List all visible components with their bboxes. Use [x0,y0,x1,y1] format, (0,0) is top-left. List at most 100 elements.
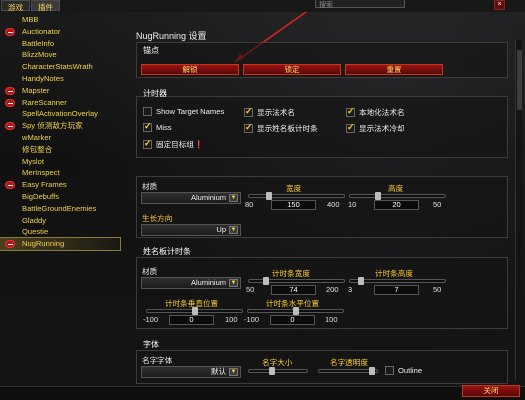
disable-toggle-icon[interactable] [5,98,15,107]
sidebar-item-label: RareScanner [22,97,67,107]
width-slider-thumb[interactable] [266,192,272,200]
unlock-button[interactable]: 解锁 [141,64,239,75]
option-outline[interactable]: Outline [385,366,422,375]
np-width-slider-thumb[interactable] [263,277,269,285]
sidebar-item-label: BlizzMove [22,50,57,60]
option-show-target-names[interactable]: Show Target Names [143,107,224,116]
disable-toggle-icon[interactable] [5,86,15,95]
sidebar-item-label: Myslot [22,156,44,166]
option-label: Outline [398,366,423,375]
sidebar-item[interactable]: wMarker [0,132,120,144]
sidebar-item[interactable]: BlizzMove [0,49,120,61]
sidebar-item[interactable]: Mapster [0,85,120,97]
sidebar-item[interactable]: Easy Frames [0,179,120,191]
tab-addons[interactable]: 插件 [31,0,60,12]
height-slider[interactable] [349,192,446,200]
sidebar-item[interactable]: CharacterStatsWrath [0,61,120,73]
chevron-down-icon[interactable]: ▼ [229,279,238,287]
width-value[interactable]: 150 [271,200,316,210]
chevron-down-icon[interactable]: ▼ [229,368,238,376]
np-height-slider-thumb[interactable] [358,277,364,285]
name-alpha-slider[interactable] [318,367,378,375]
width-min: 80 [245,200,254,209]
sidebar-item[interactable]: NugRunning [0,237,121,251]
np-voffset-slider-thumb[interactable] [192,307,198,315]
sidebar-item-label: CharacterStatsWrath [22,62,93,72]
np-height-value[interactable]: 7 [374,285,419,295]
np-height-slider[interactable] [349,277,446,285]
sidebar-item-label: 修包整合 [22,144,53,154]
sidebar-item[interactable]: MBB [0,14,120,26]
disable-toggle-icon[interactable] [5,240,15,249]
np-hoffset-slider[interactable] [247,307,344,315]
growth-dropdown[interactable]: Up ▼ [141,224,241,236]
height-label: 高度 [388,184,404,193]
lock-button[interactable]: 锁定 [243,64,341,75]
chevron-down-icon[interactable]: ▼ [229,194,238,202]
np-hoffset-slider-thumb[interactable] [293,307,299,315]
np-width-slider[interactable] [248,277,345,285]
name-font-dropdown[interactable]: 默认 ▼ [141,366,241,378]
name-size-slider-thumb[interactable] [269,367,275,375]
height-value[interactable]: 20 [374,200,419,210]
name-size-slider[interactable] [248,367,308,375]
height-slider-thumb[interactable] [375,192,381,200]
sidebar-item[interactable]: BigDebuffs [0,191,120,203]
search-input[interactable]: 搜索 [315,0,405,9]
checkbox[interactable] [143,121,152,132]
option-localize-spell-name[interactable]: 本地化法术名 [346,106,405,118]
page-title: NugRunning 设置 [136,31,207,41]
tab-game[interactable]: 游戏 [1,0,30,12]
option-fixed-target-group[interactable]: 固定目标组❗ [143,138,203,150]
top-tab-bar: 游戏 插件 搜索 × [0,0,525,12]
chevron-down-icon[interactable]: ▼ [229,226,238,234]
disable-toggle-icon[interactable] [5,27,15,36]
sidebar-item[interactable]: SpellActivationOverlay [0,108,120,120]
sidebar-item[interactable]: Myslot [0,156,120,168]
checkbox[interactable] [244,106,253,117]
checkbox[interactable] [244,122,253,133]
option-show-spell-name[interactable]: 显示法术名 [244,106,295,118]
texture-dropdown[interactable]: Aluminium ▼ [141,192,241,204]
np-voffset-value[interactable]: 0 [169,315,214,325]
sidebar-item[interactable]: BattleInfo [0,38,120,50]
option-label: 显示法术名 [257,108,295,117]
np-voffset-min: -100 [143,315,159,324]
name-alpha-slider-thumb[interactable] [369,367,375,375]
disable-toggle-icon[interactable] [5,181,15,190]
sidebar-item[interactable]: Gladdy [0,215,120,227]
close-icon[interactable]: × [494,0,505,10]
checkbox[interactable] [143,107,152,116]
texture-value: Aluminium [190,193,226,202]
option-show-spell-cooldown[interactable]: 显示法术冷却 [346,122,405,134]
sidebar-item[interactable]: MerInspect [0,167,120,179]
sidebar-item[interactable]: HandyNotes [0,73,120,85]
checkbox[interactable] [346,106,355,117]
sidebar-item[interactable]: Questie [0,226,120,238]
np-texture-label: 材质 [142,267,158,276]
timers-section-title: 计时器 [143,89,167,98]
sidebar-item[interactable]: RareScanner [0,97,120,109]
width-slider[interactable] [248,192,345,200]
checkbox[interactable] [346,122,355,133]
option-show-nameplate-timers[interactable]: 显示姓名板计时条 [244,122,318,134]
np-voffset-slider[interactable] [146,307,243,315]
addon-list: MBB Auctionator BattleInfo BlizzMove Charact… [0,14,121,384]
reset-button[interactable]: 重置 [345,64,443,75]
sidebar-item-label: MerInspect [22,168,60,178]
checkbox[interactable] [143,138,152,149]
scrollbar[interactable] [515,40,522,380]
sidebar-item[interactable]: BattleGroundEnemies [0,203,120,215]
option-miss[interactable]: Miss [143,121,172,132]
scrollbar-thumb[interactable] [517,50,522,110]
disable-toggle-icon[interactable] [5,122,15,131]
close-button[interactable]: 关闭 [462,385,520,397]
checkbox[interactable] [385,366,394,375]
sidebar-item[interactable]: Auctionator [0,26,120,38]
np-texture-dropdown[interactable]: Aluminium ▼ [141,277,241,289]
np-hoffset-value[interactable]: 0 [270,315,315,325]
sidebar-item[interactable]: Spy 侦测敌方玩家 [0,120,120,132]
height-max: 50 [433,200,442,209]
np-width-value[interactable]: 74 [271,285,316,295]
sidebar-item[interactable]: 修包整合 [0,144,120,156]
